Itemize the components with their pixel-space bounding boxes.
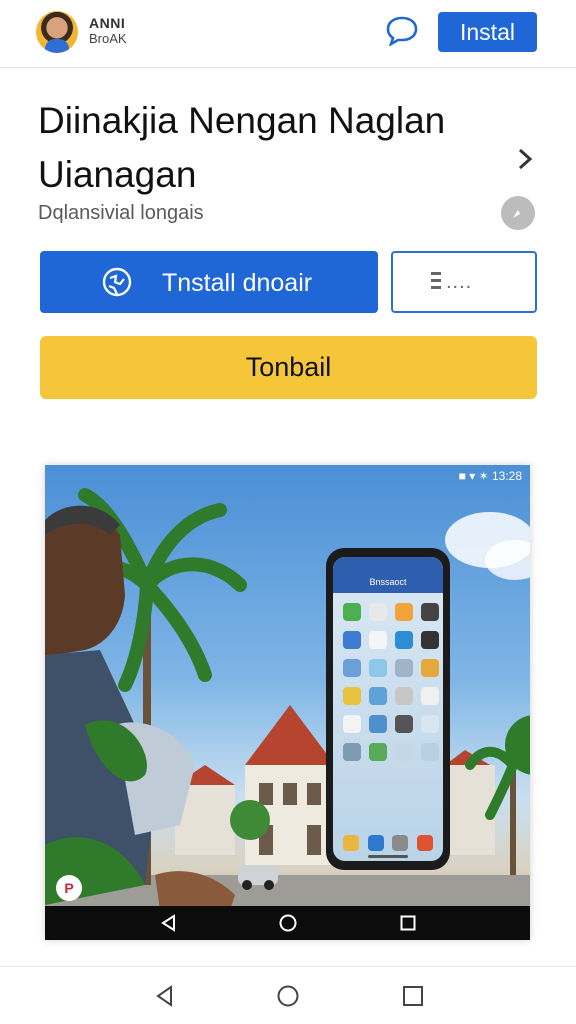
recents-icon[interactable] — [401, 984, 425, 1008]
install-button-label: Tnstall dnoair — [162, 269, 313, 297]
status-bar: ■ ▾ ✶ 13:28 — [458, 469, 522, 483]
app-screenshot[interactable]: ■ ▾ ✶ 13:28 Bnssaoct P — [45, 465, 530, 940]
home-icon[interactable] — [276, 984, 300, 1008]
app-title: Diinakjia Nengan Naglan Uianagan — [38, 100, 446, 195]
brand-subname: BroAK — [89, 31, 127, 46]
install-button[interactable]: Tnstall dnoair — [40, 251, 378, 313]
chevron-right-icon[interactable] — [513, 146, 537, 172]
brand-name: ANNI — [89, 15, 126, 31]
avatar[interactable] — [36, 11, 78, 53]
back-icon[interactable] — [153, 984, 177, 1008]
secondary-button[interactable]: Tonbail — [40, 336, 537, 399]
app-badge: P — [56, 875, 82, 901]
phone-mockup: Bnssaoct — [326, 548, 450, 870]
system-navigation-bar — [0, 966, 576, 1024]
scene-illustration — [45, 488, 530, 940]
more-options-label: .... — [446, 271, 473, 293]
phone-header: Bnssaoct — [333, 557, 443, 593]
chat-bubble-icon[interactable] — [384, 14, 420, 46]
header-install-button[interactable]: Instal — [438, 12, 537, 52]
phone-screen: Bnssaoct — [333, 557, 443, 861]
app-subtitle: Dqlansivial longais — [38, 202, 204, 224]
recents-icon — [400, 915, 416, 931]
back-icon — [161, 914, 175, 932]
home-icon — [279, 914, 297, 932]
app-icon-grid — [333, 593, 443, 771]
globe-icon — [102, 267, 132, 297]
info-icon[interactable] — [501, 196, 535, 230]
phone-dock — [333, 835, 443, 851]
inner-navigation-bar — [45, 906, 530, 940]
app-header: ANNI BroAK Instal — [0, 0, 576, 68]
brand: ANNI BroAK — [89, 15, 127, 47]
list-icon — [431, 272, 441, 296]
more-options-button[interactable]: .... — [391, 251, 537, 313]
